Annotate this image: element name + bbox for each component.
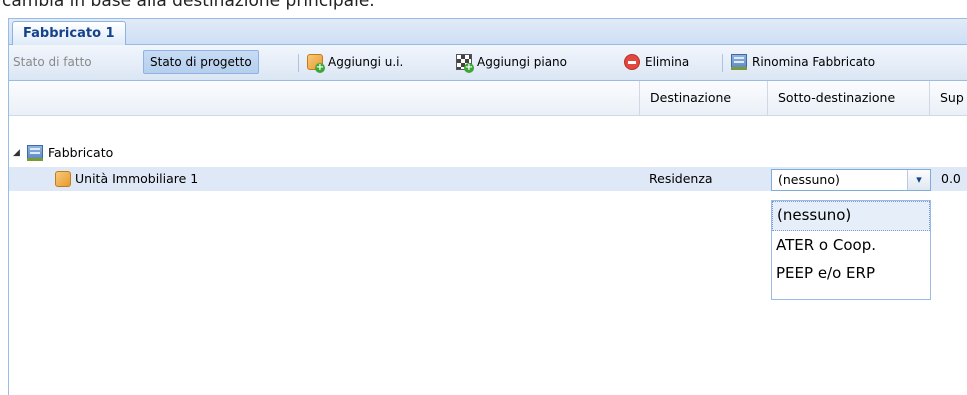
expand-toggle-icon[interactable]: ◢	[13, 141, 20, 165]
rinomina-fabbricato-label: Rinomina Fabbricato	[752, 55, 876, 69]
tab-fabbricato-1[interactable]: Fabbricato 1	[12, 21, 126, 46]
rinomina-fabbricato-button[interactable]: Rinomina Fabbricato	[731, 51, 875, 73]
tree-node-label: Fabbricato	[48, 145, 114, 160]
aggiungi-piano-button[interactable]: Aggiungi piano	[456, 51, 567, 73]
elimina-button[interactable]: Elimina	[624, 51, 689, 73]
stato-di-progetto-button[interactable]: Stato di progetto	[143, 50, 259, 74]
tree-node-label: Unità Immobiliare 1	[75, 171, 199, 186]
grid-header: Destinazione Sotto-destinazione Sup	[9, 81, 967, 116]
aggiungi-ui-label: Aggiungi u.i.	[328, 55, 404, 69]
fabbricato-panel: Fabbricato 1 Stato di fatto Stato di pro…	[8, 18, 967, 395]
toolbar: Stato di fatto Stato di progetto Aggiung…	[9, 45, 967, 81]
destinazione-cell[interactable]: Residenza	[649, 167, 713, 191]
building-icon	[27, 145, 43, 161]
sup-cell[interactable]: 0.0	[941, 167, 961, 191]
column-header-destinazione[interactable]: Destinazione	[639, 81, 756, 115]
elimina-label: Elimina	[645, 55, 690, 69]
delete-circle-icon	[624, 54, 640, 70]
aggiungi-piano-label: Aggiungi piano	[477, 55, 568, 69]
option-peep-erp[interactable]: PEEP e/o ERP	[772, 259, 930, 287]
sotto-destinazione-combo[interactable]: (nessuno) ▾	[771, 169, 931, 191]
aggiungi-ui-button[interactable]: Aggiungi u.i.	[307, 51, 403, 73]
column-header-sup[interactable]: Sup	[929, 81, 967, 115]
building-icon	[731, 54, 747, 70]
tab-strip: Fabbricato 1	[9, 19, 967, 46]
combo-value: (nessuno)	[778, 172, 840, 187]
stato-di-progetto-label: Stato di progetto	[150, 55, 252, 69]
tree-node-fabbricato[interactable]: ◢ Fabbricato	[9, 141, 967, 165]
option-ater-coop[interactable]: ATER o Coop.	[772, 231, 930, 259]
toolbar-separator	[722, 54, 723, 72]
stato-di-fatto-button[interactable]: Stato di fatto	[13, 51, 92, 73]
sotto-destinazione-dropdown-list: (nessuno) ATER o Coop. PEEP e/o ERP	[771, 200, 931, 300]
chevron-down-icon[interactable]: ▾	[907, 170, 930, 190]
box-add-icon	[307, 54, 325, 73]
column-header-name[interactable]	[9, 81, 639, 115]
stato-di-fatto-label: Stato di fatto	[13, 55, 92, 69]
toolbar-separator	[298, 54, 299, 72]
caption-text: cambia in base alla destinazione princip…	[2, 0, 375, 11]
box-icon	[55, 171, 71, 187]
option-nessuno[interactable]: (nessuno)	[772, 201, 930, 231]
chessboard-add-icon	[456, 54, 474, 73]
column-header-sotto-destinazione[interactable]: Sotto-destinazione	[767, 81, 928, 115]
